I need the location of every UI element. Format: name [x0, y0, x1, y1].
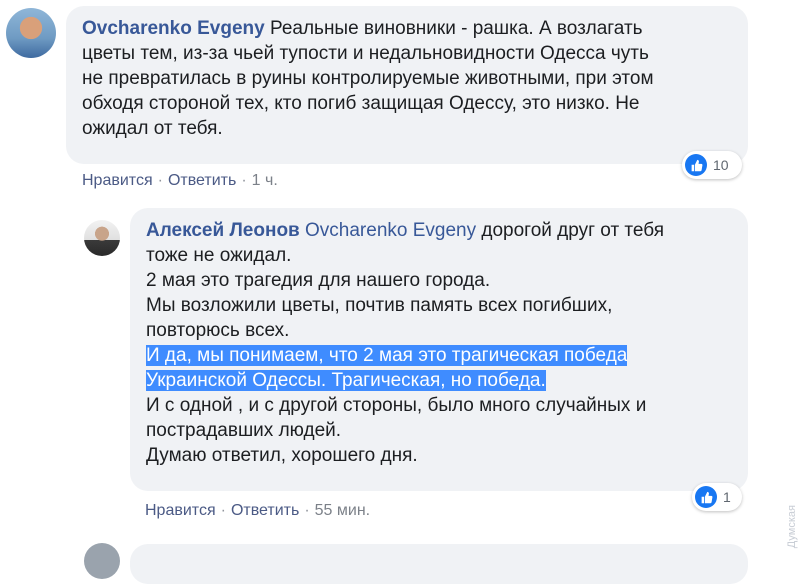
comment-line: тоже не ожидал. [146, 245, 292, 266]
comment-actions: Нравится · Ответить · 1 ч. [82, 172, 278, 190]
comment-author[interactable]: Алексей Леонов [146, 220, 300, 241]
comment-line: Алексей Леонов Ovcharenko Evgeny дорогой… [146, 218, 732, 243]
separator: · [220, 502, 226, 519]
comment-line: И с одной , и с другой стороны, было мно… [146, 395, 647, 416]
comment-line: цветы тем, из-за чьей тупости и недально… [82, 43, 649, 64]
reaction-count: 1 [723, 489, 731, 505]
comment-line: Ovcharenko Evgeny Реальные виновники - р… [82, 16, 732, 41]
separator: · [304, 502, 310, 519]
comment-line: повторюсь всех. [146, 320, 290, 341]
separator: · [241, 172, 247, 189]
like-link[interactable]: Нравится [145, 502, 216, 519]
comment-actions: Нравится · Ответить · 55 мин. [145, 502, 370, 520]
comment-line: пострадавших людей. [146, 420, 342, 441]
highlighted-line: Украинской Одессы. Трагическая, но побед… [146, 368, 732, 393]
comment-line: Мы возложили цветы, почтив память всех п… [146, 295, 613, 316]
separator: · [157, 172, 163, 189]
avatar[interactable] [6, 8, 56, 58]
reaction-count: 10 [713, 157, 729, 173]
comment-line: ожидал от тебя. [82, 118, 223, 139]
like-link[interactable]: Нравится [82, 172, 153, 189]
comment-time[interactable]: 55 мин. [315, 502, 370, 519]
avatar[interactable] [84, 543, 120, 579]
comment-line: Думаю ответил, хорошего дня. [146, 445, 418, 466]
comment-bubble [130, 544, 748, 584]
comment-line: 2 мая это трагедия для нашего города. [146, 270, 491, 291]
comment-bubble: Ovcharenko Evgeny Реальные виновники - р… [66, 6, 748, 164]
selected-text: И да, мы понимаем, что 2 мая это трагиче… [146, 345, 628, 366]
comment-text: дорогой друг от тебя [481, 220, 665, 241]
reaction-summary[interactable]: 10 [682, 151, 742, 179]
comment-line: обходя стороной тех, кто погиб защищая О… [82, 93, 640, 114]
thumbs-up-icon [695, 486, 717, 508]
avatar[interactable] [84, 220, 120, 256]
comment-time[interactable]: 1 ч. [252, 172, 278, 189]
comment-author[interactable]: Ovcharenko Evgeny [82, 18, 265, 39]
highlighted-line: И да, мы понимаем, что 2 мая это трагиче… [146, 343, 732, 368]
reply-link[interactable]: Ответить [231, 502, 299, 519]
reply-link[interactable]: Ответить [168, 172, 236, 189]
comment-text: Реальные виновники - рашка. А возлагать [269, 18, 643, 39]
comment-line: не превратилась в руины контролируемые ж… [82, 68, 654, 89]
comment-bubble: Алексей Леонов Ovcharenko Evgeny дорогой… [130, 208, 748, 491]
reaction-summary[interactable]: 1 [692, 483, 742, 511]
mention-link[interactable]: Ovcharenko Evgeny [305, 220, 476, 241]
selected-text: Украинской Одессы. Трагическая, но побед… [146, 370, 546, 391]
thumbs-up-icon [685, 154, 707, 176]
watermark: Думская [786, 504, 798, 548]
